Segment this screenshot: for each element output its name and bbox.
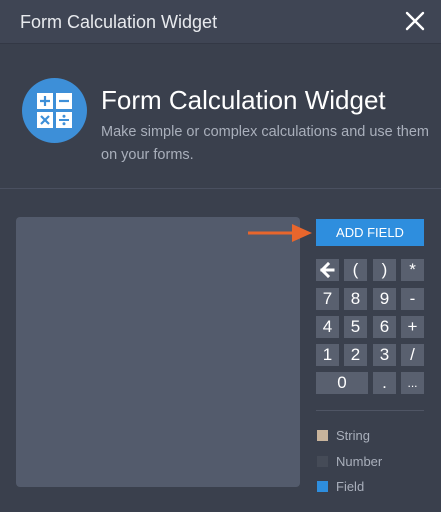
- legend-label: Field: [336, 478, 365, 494]
- key-3[interactable]: 3: [373, 344, 396, 366]
- formula-editor[interactable]: [16, 217, 300, 487]
- key-decimal[interactable]: .: [373, 372, 396, 394]
- key-more[interactable]: ...: [401, 372, 424, 394]
- key-2[interactable]: 2: [344, 344, 367, 366]
- key-1[interactable]: 1: [316, 344, 339, 366]
- key-multiply[interactable]: *: [401, 259, 424, 281]
- close-button[interactable]: [403, 9, 427, 33]
- widget-title: Form Calculation Widget: [101, 85, 386, 115]
- key-divide[interactable]: /: [401, 344, 424, 366]
- add-field-button[interactable]: ADD FIELD: [316, 219, 424, 246]
- title-bar: Form Calculation Widget: [0, 0, 441, 44]
- widget-header: Form Calculation Widget Make simple or c…: [0, 45, 441, 189]
- key-open-paren[interactable]: (: [344, 259, 367, 281]
- legend-item-string: String: [317, 427, 370, 443]
- legend-item-number: Number: [317, 453, 382, 469]
- key-6[interactable]: 6: [373, 316, 396, 338]
- key-backspace[interactable]: [316, 259, 339, 281]
- backspace-arrow-icon[interactable]: [316, 259, 339, 281]
- close-icon[interactable]: [403, 9, 427, 33]
- key-8[interactable]: 8: [344, 288, 367, 310]
- legend-swatch: [317, 429, 328, 441]
- calculator-icon: [22, 78, 87, 143]
- key-minus[interactable]: -: [401, 288, 424, 310]
- pointer-arrow-icon: [248, 224, 312, 242]
- key-5[interactable]: 5: [344, 316, 367, 338]
- key-7[interactable]: 7: [316, 288, 339, 310]
- window-title: Form Calculation Widget: [20, 12, 218, 32]
- key-0[interactable]: 0: [316, 372, 368, 394]
- key-4[interactable]: 4: [316, 316, 339, 338]
- key-close-paren[interactable]: ): [373, 259, 396, 281]
- legend-swatch: [317, 480, 328, 492]
- legend-divider: [316, 410, 424, 411]
- legend-label: String: [336, 427, 370, 443]
- key-plus[interactable]: +: [401, 316, 424, 338]
- key-9[interactable]: 9: [373, 288, 396, 310]
- legend-label: Number: [336, 453, 383, 469]
- legend-item-field: Field: [317, 478, 364, 494]
- legend-swatch: [317, 455, 328, 467]
- widget-description: Make simple or complex calculations and …: [101, 124, 430, 163]
